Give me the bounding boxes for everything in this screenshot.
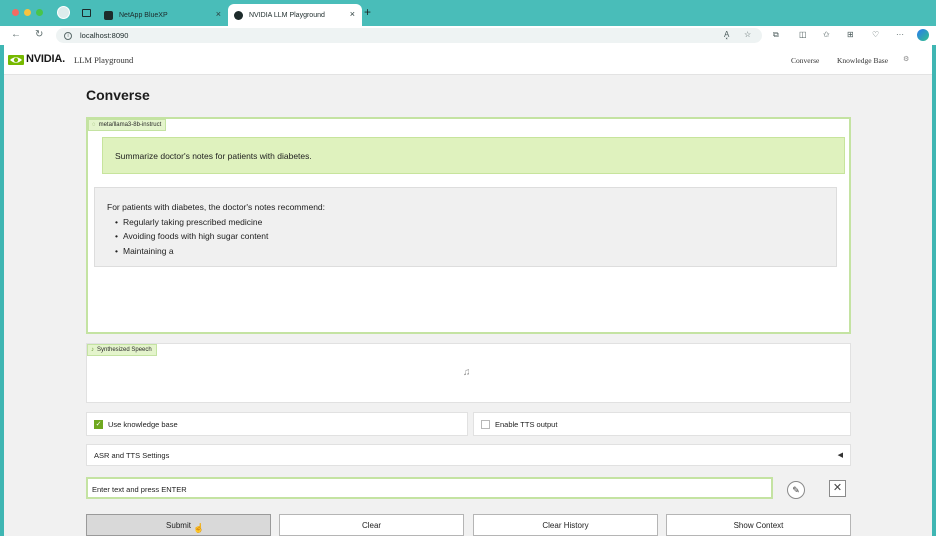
page: NVIDIA. LLM Playground Converse Knowledg… [4,45,932,536]
back-arrow-icon[interactable]: ← [11,29,21,41]
app-header: NVIDIA. LLM Playground Converse Knowledg… [4,45,932,75]
browser-titlebar: NetApp BlueXP × NVIDIA LLM Playground × … [0,0,936,26]
assistant-intro: For patients with diabetes, the doctor's… [107,202,326,212]
submit-button[interactable]: Submit [86,514,271,536]
enable-tts-checkbox[interactable] [481,419,490,429]
asr-tts-settings-accordion[interactable]: ASR and TTS Settings ◀ [86,444,851,466]
enable-tts-label: Enable TTS output [495,419,558,429]
window-zoom-dot[interactable] [36,9,43,16]
profile-avatar-icon[interactable] [57,6,70,19]
brand-wordmark: NVIDIA. [26,53,65,65]
list-item: Avoiding foods with high sugar content [115,229,824,244]
clear-input-button[interactable]: ✕ [829,480,846,497]
user-message: Summarize doctor's notes for patients wi… [102,137,845,174]
collections-icon[interactable]: ⊞ [847,29,854,41]
speech-label-text: Synthesized Speech [97,347,152,353]
nav-link-knowledge-base[interactable]: Knowledge Base [837,56,888,65]
browser-essentials-icon[interactable]: ♡ [872,29,879,41]
assistant-bullet-list: Regularly taking prescribed medicine Avo… [107,215,824,259]
synthesized-speech-panel: ♪ Synthesized Speech ♫ [86,343,851,403]
list-item: Maintaining a [115,244,824,259]
tab-title: NVIDIA LLM Playground [249,11,325,19]
split-screen-icon[interactable]: ◫ [799,29,807,41]
clear-history-button[interactable]: Clear History [473,514,658,536]
extensions-icon[interactable]: ⧉ [773,29,779,41]
edit-pen-button[interactable]: ✎ [787,481,805,499]
model-label: ◌ meta/llama3-8b-instruct [88,119,167,131]
speech-label: ♪ Synthesized Speech [87,344,157,356]
settings-gear-icon[interactable]: ⚙ [903,55,909,63]
user-message-text: Summarize doctor's notes for patients wi… [115,150,312,161]
collapse-arrow-icon[interactable]: ◀ [838,451,843,459]
tab-nvidia-llm-playground[interactable]: NVIDIA LLM Playground × [228,4,362,26]
tab-close-icon[interactable]: × [216,10,221,19]
nav-link-converse[interactable]: Converse [791,56,819,65]
more-menu-icon[interactable]: ··· [896,29,904,41]
app-title: LLM Playground [74,55,134,65]
message-input-wrapper [86,477,773,499]
mouse-pointer-icon: ☝ [193,523,205,533]
new-tab-icon[interactable]: + [364,6,371,18]
copilot-icon[interactable] [917,29,929,41]
model-name: meta/llama3-8b-instruct [98,122,162,128]
netapp-favicon-icon [104,10,113,20]
music-note-small-icon: ♪ [91,347,94,353]
show-context-button[interactable]: Show Context [666,514,851,536]
list-item: Regularly taking prescribed medicine [115,215,824,230]
page-title: Converse [86,87,150,103]
use-knowledge-base-checkbox[interactable]: ✓ [94,419,103,429]
url-field[interactable]: i localhost:8090 [56,28,762,43]
enable-tts-option[interactable]: Enable TTS output [473,412,851,436]
clear-button[interactable]: Clear [279,514,464,536]
nvidia-favicon-icon [234,10,243,20]
url-text: localhost:8090 [80,31,129,40]
tab-actions-icon[interactable] [82,9,91,17]
window-minimize-dot[interactable] [24,9,31,16]
accordion-label: ASR and TTS Settings [94,450,170,460]
tab-title: NetApp BlueXP [119,11,168,19]
read-aloud-icon[interactable]: A͓ [724,29,729,41]
nvidia-eye-logo-icon [8,55,24,65]
chatbot-panel: ◌ meta/llama3-8b-instruct Summarize doct… [86,117,851,334]
reload-icon[interactable]: ↻ [35,29,43,41]
window-close-dot[interactable] [12,9,19,16]
favorite-star-icon[interactable]: ☆ [744,29,751,41]
music-note-icon: ♫ [463,367,471,378]
favorites-icon[interactable]: ✩ [823,29,830,41]
tab-close-icon[interactable]: × [350,10,355,19]
chat-bubble-icon: ◌ [92,122,96,128]
tab-netapp-bluexp[interactable]: NetApp BlueXP × [98,4,228,26]
assistant-message: For patients with diabetes, the doctor's… [94,187,837,267]
site-info-icon[interactable]: i [64,31,72,40]
use-knowledge-base-label: Use knowledge base [108,419,178,429]
message-input[interactable] [88,480,771,499]
address-bar: ← ↻ i localhost:8090 A͓ ☆ ⧉ ◫ ✩ ⊞ ♡ ··· [0,26,936,45]
use-knowledge-base-option[interactable]: ✓ Use knowledge base [86,412,468,436]
